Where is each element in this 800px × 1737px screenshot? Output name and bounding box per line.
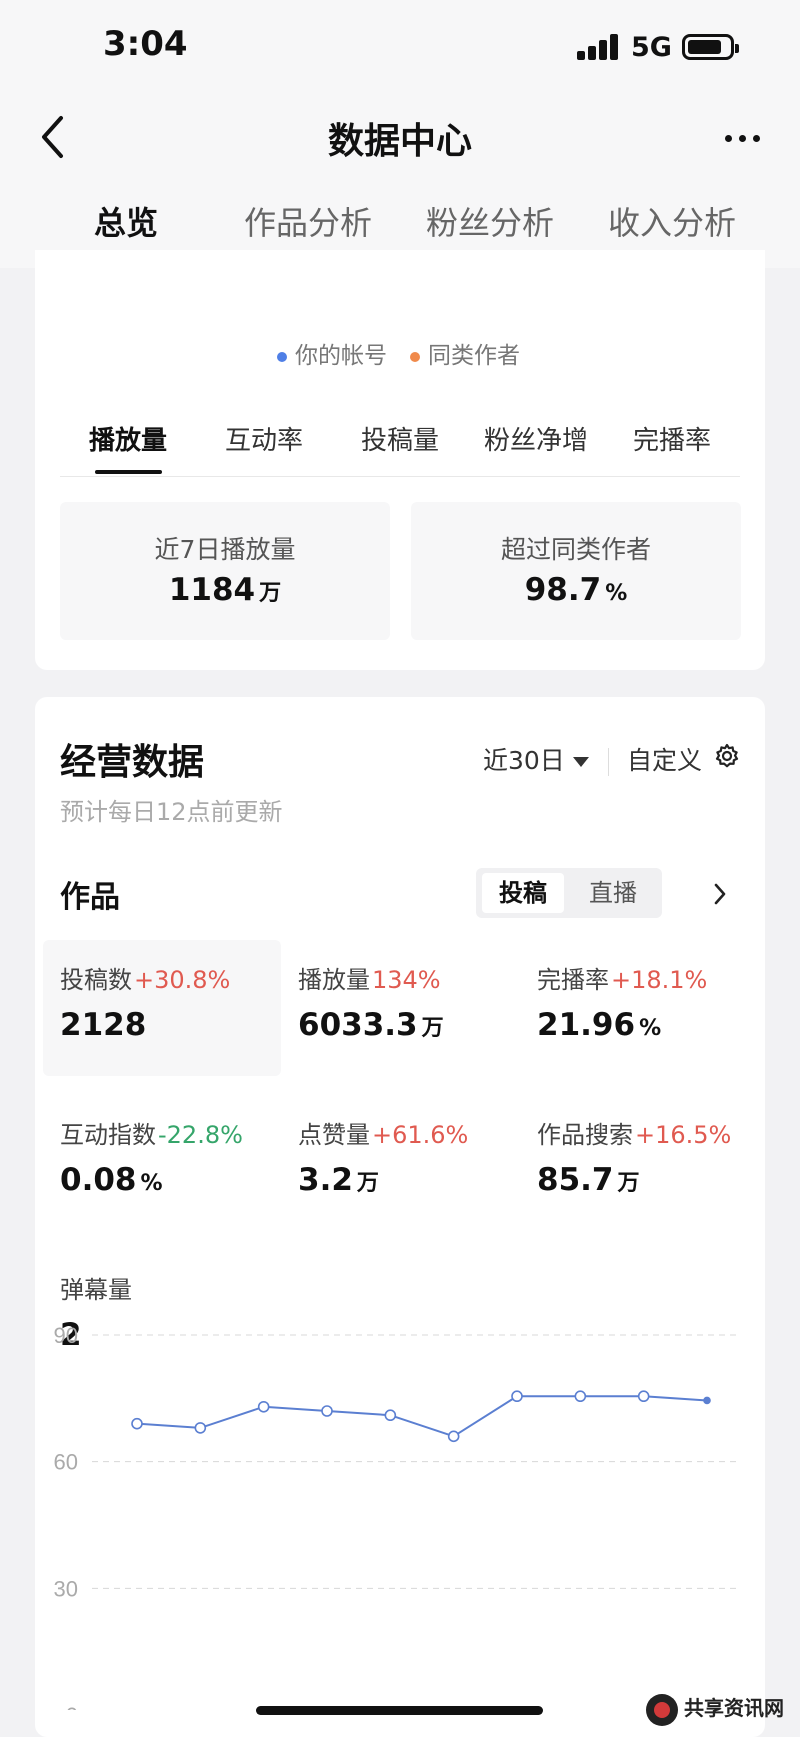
y-tick-label: 0	[66, 1703, 78, 1710]
metric-change: +18.1%	[611, 966, 708, 994]
metric-label: 播放量	[298, 966, 370, 994]
metric-value: 6033.3	[298, 1007, 418, 1043]
data-point[interactable]	[321, 1405, 333, 1417]
kpi-label: 超过同类作者	[500, 535, 651, 564]
gear-icon[interactable]	[714, 743, 740, 769]
tab-fans-analysis[interactable]: 粉丝分析	[399, 198, 581, 244]
date-range-dropdown[interactable]: 近30日	[483, 741, 589, 777]
tab-overview[interactable]: 总览	[35, 198, 217, 244]
metric-value: 21.96	[537, 1007, 636, 1043]
kpi-label: 近7日播放量	[154, 535, 296, 564]
metric-unit: %	[639, 1016, 662, 1041]
metric-value: 3.2	[298, 1162, 353, 1198]
data-point[interactable]	[637, 1390, 650, 1403]
metric-value: 2128	[60, 1007, 147, 1043]
kpi-unit: %	[605, 581, 628, 606]
kpi-card-7day-plays: 近7日播放量 1184 万	[60, 502, 390, 640]
metric-change: 134%	[372, 966, 441, 994]
legend-item-your-account: 你的帐号	[277, 336, 387, 370]
page-title: 数据中心	[327, 121, 472, 162]
signal-icon	[577, 34, 619, 60]
metric-completion-rate[interactable]: 完播率+18.1% 21.96%	[537, 960, 767, 1043]
data-point[interactable]	[131, 1417, 143, 1430]
status-time: 3:04	[103, 24, 188, 64]
metric-tab-net-fans[interactable]: 粉丝净增	[484, 420, 588, 457]
metric-value: 0.08	[60, 1162, 137, 1198]
y-tick-label: 90	[54, 1323, 78, 1348]
metric-unit: %	[140, 1171, 163, 1196]
metric-change: +16.5%	[635, 1121, 732, 1149]
legend-dot-icon	[277, 351, 287, 362]
metric-plays[interactable]: 播放量134% 6033.3 万	[298, 960, 528, 1043]
divider	[608, 748, 609, 776]
watermark-text: 共享资讯网	[684, 1696, 784, 1720]
y-tick-label: 30	[54, 1576, 78, 1601]
metric-tab-indicator	[95, 470, 162, 474]
data-point[interactable]	[703, 1396, 711, 1405]
divider	[60, 476, 740, 477]
metric-unit: 万	[356, 1171, 379, 1196]
metric-label: 投稿数	[60, 966, 132, 994]
kpi-value: 98.7	[524, 572, 602, 608]
metric-tab-completion-rate[interactable]: 完播率	[633, 420, 711, 457]
metric-tab-plays[interactable]: 播放量	[89, 420, 167, 457]
battery-icon	[682, 34, 739, 60]
network-label: 5G	[631, 32, 672, 63]
metric-label: 完播率	[537, 966, 609, 994]
data-point[interactable]	[257, 1400, 270, 1413]
data-point[interactable]	[574, 1390, 587, 1403]
custom-button[interactable]: 自定义	[627, 741, 702, 777]
data-point[interactable]	[511, 1390, 523, 1403]
more-icon[interactable]	[725, 135, 765, 145]
works-label: 作品	[60, 880, 120, 915]
legend-dot-icon	[410, 351, 420, 362]
section-title: 经营数据	[60, 742, 205, 783]
metric-tab-interaction-rate[interactable]: 互动率	[225, 420, 303, 457]
metric-unit: 万	[421, 1016, 444, 1041]
metric-submissions[interactable]: 投稿数+30.8% 2128	[60, 960, 290, 1043]
metric-value: 85.7	[537, 1162, 614, 1198]
watermark-logo-icon	[646, 1694, 678, 1726]
caret-down-icon	[572, 757, 589, 767]
metric-label: 作品搜索	[537, 1121, 633, 1149]
y-tick-label: 60	[54, 1450, 78, 1475]
trend-line-chart: 90 60 30 0	[54, 1323, 736, 1710]
kpi-unit: 万	[259, 581, 282, 606]
metric-likes[interactable]: 点赞量+61.6% 3.2 万	[298, 1115, 528, 1198]
metric-label: 点赞量	[298, 1121, 370, 1149]
home-indicator	[256, 1706, 543, 1715]
metric-work-search[interactable]: 作品搜索+16.5% 85.7 万	[537, 1115, 767, 1198]
data-point[interactable]	[447, 1430, 460, 1443]
data-point[interactable]	[194, 1422, 207, 1434]
kpi-value: 1184	[168, 572, 256, 608]
update-note: 预计每日12点前更新	[60, 798, 283, 826]
metric-change: +61.6%	[372, 1121, 469, 1149]
segment-submissions[interactable]: 投稿	[482, 873, 564, 913]
data-point[interactable]	[384, 1409, 397, 1422]
metric-change: +30.8%	[134, 966, 231, 994]
metric-interaction-index[interactable]: 互动指数-22.8% 0.08%	[60, 1115, 290, 1198]
metric-change: -22.8%	[158, 1121, 243, 1149]
watermark: 共享资讯网	[646, 1692, 796, 1728]
tab-works-analysis[interactable]: 作品分析	[217, 198, 399, 244]
legend-item-peer-authors: 同类作者	[410, 336, 520, 370]
kpi-card-beat-peers: 超过同类作者 98.7%	[411, 502, 741, 640]
chevron-right-icon[interactable]	[712, 882, 728, 906]
series-line	[136, 1395, 708, 1438]
metric-label: 互动指数	[60, 1121, 156, 1149]
metric-unit: 万	[617, 1171, 640, 1196]
metric-tab-submissions[interactable]: 投稿量	[361, 420, 439, 457]
tab-income-analysis[interactable]: 收入分析	[581, 198, 763, 244]
content-type-segment: 投稿 直播	[476, 868, 662, 918]
segment-live[interactable]: 直播	[572, 873, 654, 913]
